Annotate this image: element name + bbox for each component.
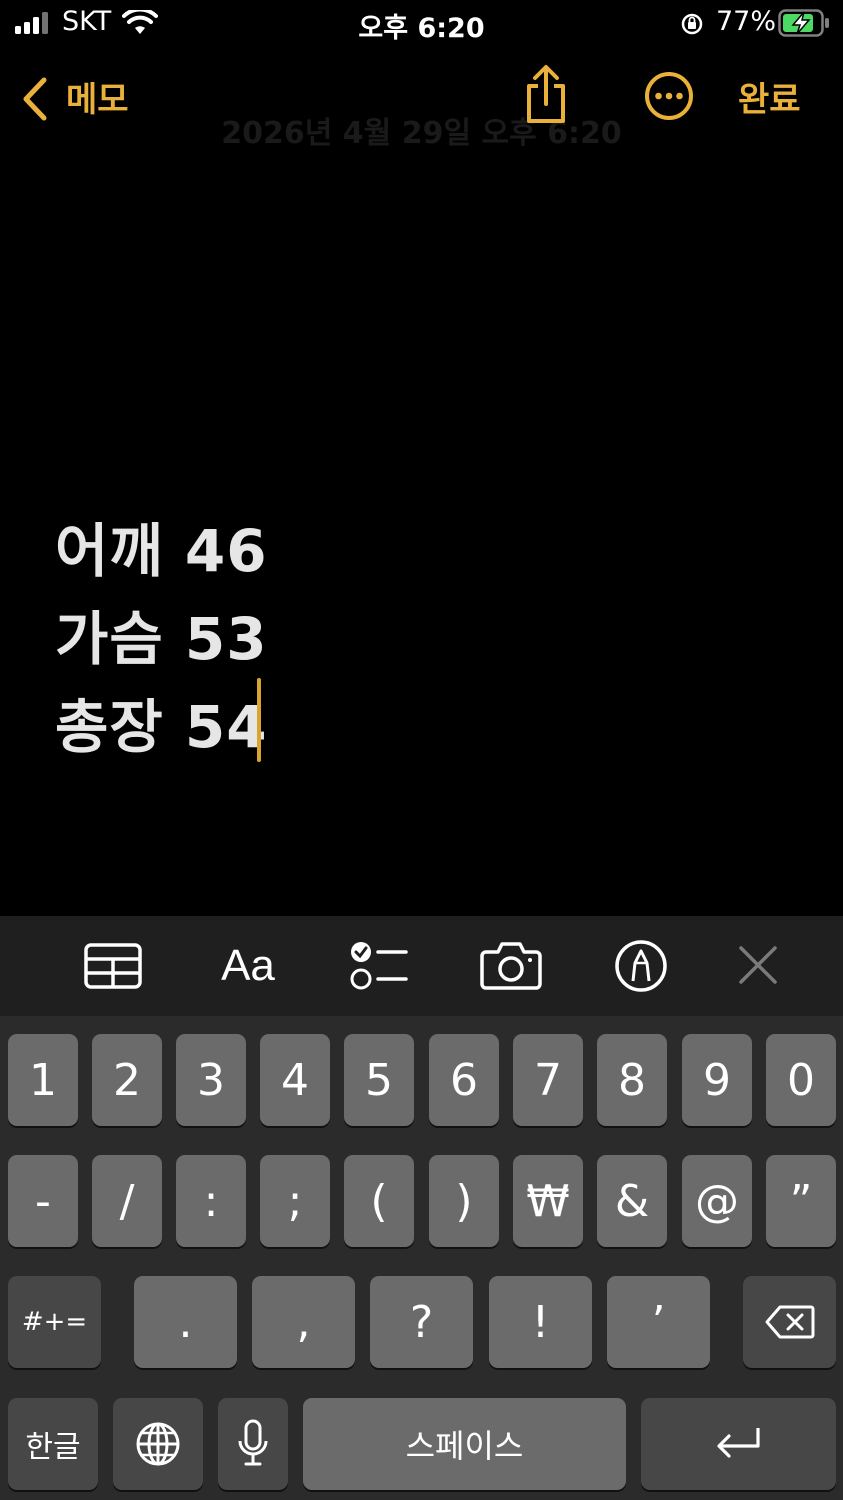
key-ampersand[interactable]: & — [597, 1155, 667, 1247]
key-globe[interactable] — [113, 1398, 203, 1490]
key-dictation[interactable] — [218, 1398, 288, 1490]
key-apostrophe[interactable]: ’ — [607, 1276, 710, 1368]
key-return[interactable] — [641, 1398, 836, 1490]
key-label: ? — [409, 1296, 434, 1348]
key-quote[interactable]: ” — [766, 1155, 836, 1247]
key-label: 2 — [113, 1054, 141, 1106]
backspace-icon — [765, 1305, 814, 1339]
key-label: - — [35, 1175, 51, 1227]
microphone-icon — [238, 1419, 268, 1466]
key-label: 0 — [787, 1054, 815, 1106]
key-label: ; — [287, 1175, 303, 1227]
key-label: ) — [455, 1175, 473, 1227]
note-line-length[interactable]: 총장 54 — [55, 680, 268, 764]
key-label: 한글 — [25, 1430, 81, 1465]
format-text-label: Aa — [221, 941, 275, 990]
key-label: 9 — [703, 1054, 731, 1106]
key-space[interactable]: 스페이스 — [303, 1398, 626, 1490]
key-won[interactable]: ₩ — [513, 1155, 583, 1247]
close-toolbar-icon[interactable] — [738, 945, 778, 985]
key-label: 8 — [618, 1054, 646, 1106]
key-at[interactable]: @ — [682, 1155, 752, 1247]
battery-charging-icon — [778, 9, 829, 37]
key-colon[interactable]: : — [176, 1155, 246, 1247]
globe-icon — [136, 1422, 180, 1466]
key-label: : — [203, 1175, 219, 1227]
key-label: 4 — [281, 1054, 309, 1106]
key-label: 3 — [197, 1054, 225, 1106]
more-options-icon[interactable] — [643, 70, 695, 122]
key-label: ’ — [651, 1296, 666, 1348]
chevron-left-icon — [23, 77, 47, 121]
key-7[interactable]: 7 — [513, 1034, 583, 1126]
key-4[interactable]: 4 — [260, 1034, 330, 1126]
key-label: 스페이스 — [405, 1427, 524, 1465]
key-label: ( — [370, 1175, 388, 1227]
table-icon[interactable] — [84, 943, 142, 989]
key-exclamation[interactable]: ! — [489, 1276, 592, 1368]
key-label: & — [614, 1175, 650, 1227]
key-korean-mode[interactable]: 한글 — [8, 1398, 98, 1490]
done-button[interactable]: 완료 — [738, 72, 801, 121]
note-line-shoulder[interactable]: 어깨 46 — [55, 504, 268, 588]
key-label: . — [178, 1296, 193, 1348]
key-label: ₩ — [526, 1175, 570, 1227]
key-3[interactable]: 3 — [176, 1034, 246, 1126]
checklist-icon[interactable] — [348, 940, 408, 992]
key-question[interactable]: ? — [370, 1276, 473, 1368]
key-6[interactable]: 6 — [429, 1034, 499, 1126]
key-hyphen[interactable]: - — [8, 1155, 78, 1247]
back-button[interactable]: 메모 — [14, 70, 144, 126]
keyboard: 1 2 3 4 5 6 7 8 9 0 - / : ; ( ) ₩ & @ ” … — [0, 1016, 843, 1500]
key-9[interactable]: 9 — [682, 1034, 752, 1126]
key-close-paren[interactable]: ) — [429, 1155, 499, 1247]
key-label: ” — [789, 1175, 813, 1227]
orientation-lock-icon — [681, 13, 703, 35]
camera-icon[interactable] — [480, 940, 542, 990]
key-comma[interactable]: , — [252, 1276, 355, 1368]
key-more-symbols[interactable]: #+= — [8, 1276, 101, 1368]
key-2[interactable]: 2 — [92, 1034, 162, 1126]
key-slash[interactable]: / — [92, 1155, 162, 1247]
key-label: , — [296, 1296, 311, 1348]
key-label: @ — [695, 1175, 739, 1227]
text-cursor — [257, 678, 261, 762]
key-label: 7 — [534, 1054, 562, 1106]
note-line-chest[interactable]: 가슴 53 — [55, 592, 268, 676]
back-button-label: 메모 — [66, 80, 129, 120]
key-5[interactable]: 5 — [344, 1034, 414, 1126]
markup-pen-icon[interactable] — [614, 939, 668, 993]
key-delete[interactable] — [743, 1276, 836, 1368]
return-icon — [716, 1428, 760, 1458]
key-label: 6 — [450, 1054, 478, 1106]
key-8[interactable]: 8 — [597, 1034, 667, 1126]
battery-percent: 77% — [716, 6, 777, 37]
key-label: 5 — [365, 1054, 393, 1106]
key-1[interactable]: 1 — [8, 1034, 78, 1126]
format-text-button[interactable]: Aa — [210, 936, 286, 996]
key-0[interactable]: 0 — [766, 1034, 836, 1126]
key-period[interactable]: . — [134, 1276, 237, 1368]
key-label: / — [119, 1175, 135, 1227]
key-label: #+= — [21, 1307, 88, 1337]
navigation-bar: 2026년 4월 29일 오후 6:20 메모 완료 — [0, 60, 843, 151]
key-label: 1 — [29, 1054, 57, 1106]
key-semicolon[interactable]: ; — [260, 1155, 330, 1247]
status-bar: SKT 오후 6:20 77% — [0, 0, 843, 48]
share-icon[interactable] — [522, 64, 570, 126]
key-label: ! — [531, 1296, 550, 1348]
key-open-paren[interactable]: ( — [344, 1155, 414, 1247]
